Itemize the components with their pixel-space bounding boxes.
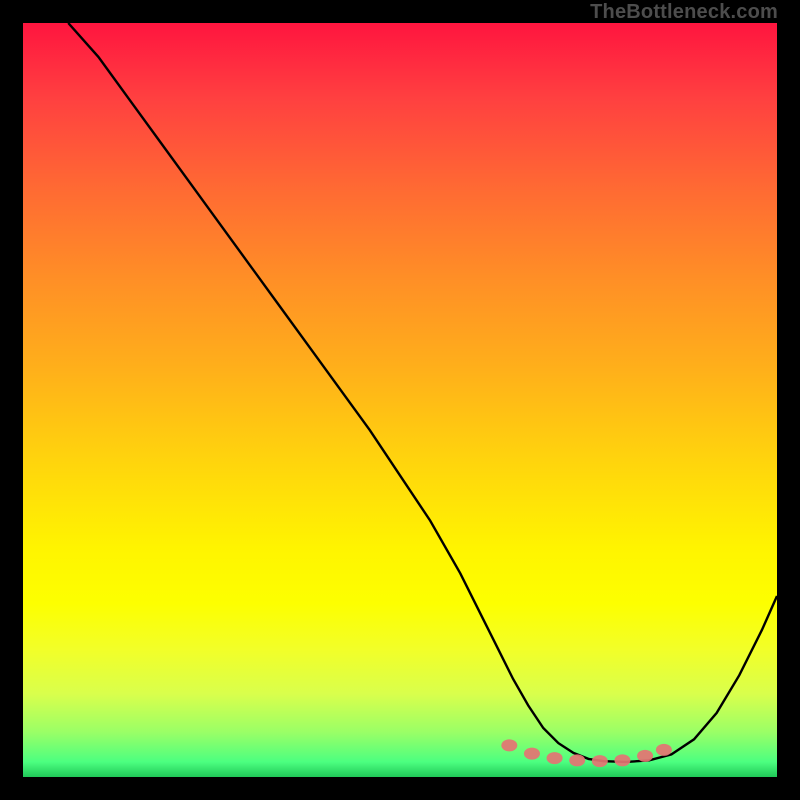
marker-dot (592, 755, 608, 767)
marker-dot (614, 754, 630, 766)
chart-frame: TheBottleneck.com (0, 0, 800, 800)
watermark-text: TheBottleneck.com (590, 1, 778, 24)
bottleneck-curve (68, 23, 777, 762)
optimal-range-markers (501, 739, 672, 767)
chart-svg (23, 23, 777, 777)
marker-dot (569, 754, 585, 766)
marker-dot (547, 752, 563, 764)
marker-dot (637, 750, 653, 762)
curve-line (68, 23, 777, 762)
marker-dot (524, 748, 540, 760)
marker-dot (501, 739, 517, 751)
marker-dot (656, 744, 672, 756)
plot-area (23, 23, 777, 777)
